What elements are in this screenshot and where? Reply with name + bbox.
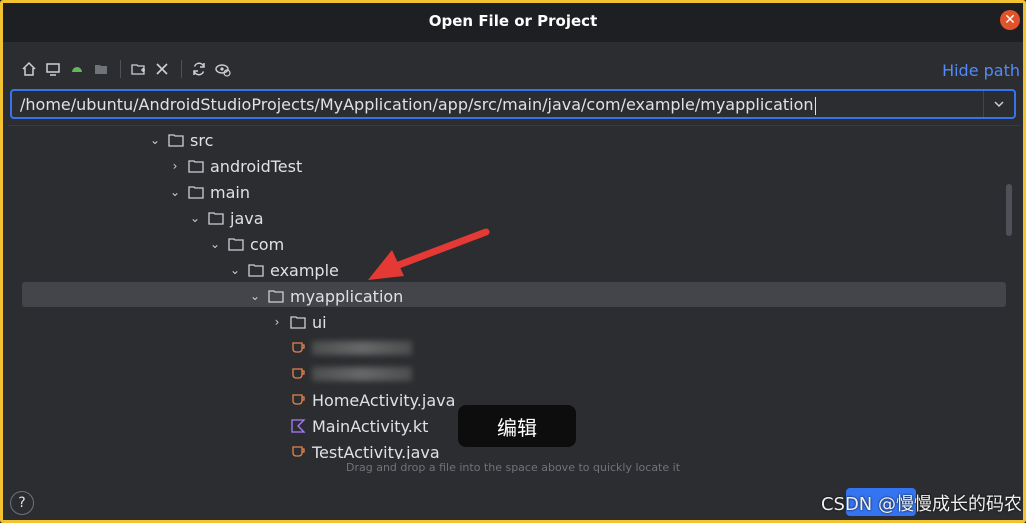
tree-item-com[interactable]: ⌄ com xyxy=(208,231,284,257)
hide-path-link[interactable]: Hide path xyxy=(942,61,1020,80)
tree-item-redacted-file[interactable] xyxy=(290,335,412,361)
folder-icon xyxy=(248,263,266,277)
tree-item-label: TestActivity.java xyxy=(312,442,440,460)
tree-item-redacted-file[interactable] xyxy=(290,361,412,387)
kotlin-file-icon xyxy=(290,419,308,433)
tree-item-label: java xyxy=(230,208,264,228)
new-folder-icon[interactable] xyxy=(127,58,149,80)
folder-icon xyxy=(208,211,226,225)
close-icon[interactable]: ✕ xyxy=(1000,10,1020,30)
tree-item-src[interactable]: ⌄ src xyxy=(148,127,213,153)
chevron-down-icon[interactable]: ⌄ xyxy=(188,211,202,225)
drag-drop-hint: Drag and drop a file into the space abov… xyxy=(345,461,681,474)
folder-icon xyxy=(290,315,308,329)
selected-row-highlight xyxy=(22,282,1006,307)
tree-item-label: HomeActivity.java xyxy=(312,390,456,410)
chevron-down-icon[interactable]: ⌄ xyxy=(208,237,222,251)
delete-icon[interactable] xyxy=(151,58,173,80)
toolbar xyxy=(18,58,236,80)
tree-item-label: myapplication xyxy=(290,286,404,306)
chevron-right-icon[interactable]: › xyxy=(270,315,284,329)
java-file-icon xyxy=(290,341,308,355)
tree-item-label: androidTest xyxy=(210,156,303,176)
toolbar-separator xyxy=(181,60,182,78)
java-file-icon xyxy=(290,445,308,459)
tree-item-testactivity[interactable]: TestActivity.java xyxy=(290,439,440,459)
folder-icon xyxy=(228,237,246,251)
tree-item-label: MainActivity.kt xyxy=(312,416,429,436)
tree-scrollbar[interactable] xyxy=(1006,184,1012,236)
refresh-icon[interactable] xyxy=(188,58,210,80)
tree-item-label: example xyxy=(270,260,339,280)
project-folder-icon[interactable] xyxy=(90,58,112,80)
folder-icon xyxy=(188,159,206,173)
tree-item-myapplication[interactable]: ⌄ myapplication xyxy=(248,283,403,309)
toolbar-separator xyxy=(120,60,121,78)
tree-item-example[interactable]: ⌄ example xyxy=(228,257,339,283)
folder-icon xyxy=(188,185,206,199)
tree-item-label: ui xyxy=(312,312,327,332)
redacted-filename xyxy=(312,367,412,381)
tree-item-homeactivity[interactable]: HomeActivity.java xyxy=(290,387,455,413)
chevron-down-icon[interactable]: ⌄ xyxy=(248,289,262,303)
tree-item-java[interactable]: ⌄ java xyxy=(188,205,264,231)
tree-item-label: src xyxy=(190,130,214,150)
home-icon[interactable] xyxy=(18,58,40,80)
show-hidden-icon[interactable] xyxy=(212,58,234,80)
edit-tooltip: 编辑 xyxy=(458,405,576,447)
tree-item-ui[interactable]: › ui xyxy=(270,309,327,335)
desktop-icon[interactable] xyxy=(42,58,64,80)
folder-icon xyxy=(168,133,186,147)
chevron-down-icon[interactable]: ⌄ xyxy=(228,263,242,277)
path-field[interactable]: /home/ubuntu/AndroidStudioProjects/MyApp… xyxy=(10,89,1016,119)
tree-item-androidtest[interactable]: › androidTest xyxy=(168,153,303,179)
android-icon[interactable] xyxy=(66,58,88,80)
tree-item-label: main xyxy=(210,182,250,202)
title-bar: Open File or Project ✕ xyxy=(0,0,1026,42)
folder-icon xyxy=(268,289,286,303)
chevron-down-icon[interactable] xyxy=(983,91,1014,117)
java-file-icon xyxy=(290,367,308,381)
tree-item-label: com xyxy=(250,234,285,254)
redacted-filename xyxy=(312,341,412,355)
watermark: CSDN @慢慢成长的码农 xyxy=(820,494,1022,515)
chevron-right-icon[interactable]: › xyxy=(168,159,182,173)
help-button[interactable]: ? xyxy=(10,491,34,515)
chevron-down-icon[interactable]: ⌄ xyxy=(148,133,162,147)
tree-item-main[interactable]: ⌄ main xyxy=(168,179,250,205)
tree-item-mainactivity[interactable]: MainActivity.kt xyxy=(290,413,428,439)
dialog-title: Open File or Project xyxy=(428,12,598,30)
java-file-icon xyxy=(290,393,308,407)
chevron-down-icon[interactable]: ⌄ xyxy=(168,185,182,199)
path-input[interactable]: /home/ubuntu/AndroidStudioProjects/MyApp… xyxy=(20,95,816,115)
